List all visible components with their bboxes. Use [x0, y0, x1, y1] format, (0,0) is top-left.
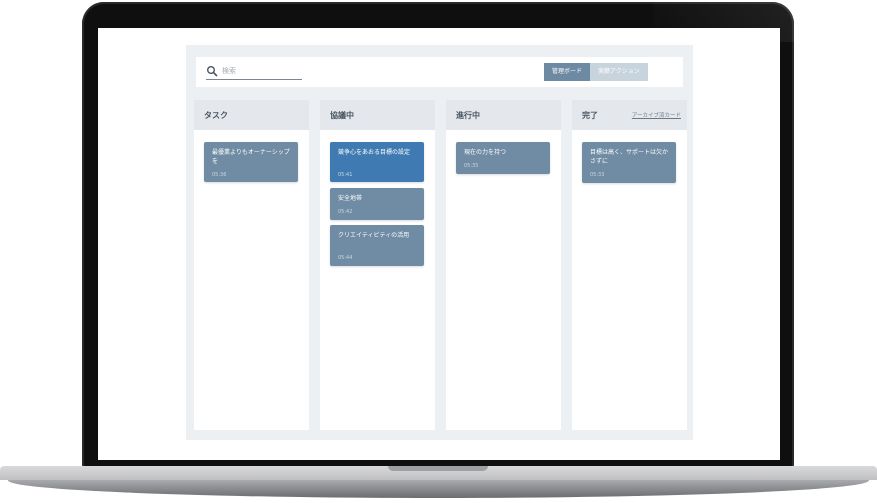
- column-header: 協議中: [320, 100, 435, 130]
- search-input[interactable]: [222, 65, 300, 77]
- column-done: 完了 アーカイブ済カード 目標は高く、サポートは欠かさずに 05:33: [572, 100, 687, 430]
- card-title: クリエイティビティの活用: [338, 232, 410, 239]
- archived-cards-link[interactable]: アーカイブ済カード: [632, 111, 681, 119]
- laptop-screen: 管理ボード 実績アクション タスク 最優業よりもオーナーシップを 05:36 協…: [98, 28, 780, 460]
- column-header: 進行中: [446, 100, 561, 130]
- column-title: 協議中: [330, 111, 354, 120]
- card-time: 05:35: [464, 163, 479, 169]
- column-header: タスク: [194, 100, 309, 130]
- task-card[interactable]: 競争心をあおる目標の設定 05:41: [330, 142, 424, 182]
- card-title: 現在の力を持つ: [464, 149, 507, 156]
- column-tasks: タスク 最優業よりもオーナーシップを 05:36: [194, 100, 309, 430]
- card-title: 目標は高く、サポートは欠かさずに: [590, 149, 669, 165]
- results-actions-button[interactable]: 実績アクション: [590, 63, 648, 81]
- laptop-base-bottom: [8, 480, 869, 498]
- laptop-base-notch: [388, 466, 488, 471]
- column-in-progress: 進行中 現在の力を持つ 05:35: [446, 100, 561, 430]
- card-title: 安全地帯: [338, 195, 363, 202]
- card-time: 05:36: [212, 172, 227, 178]
- task-card[interactable]: クリエイティビティの活用 05:44: [330, 225, 424, 266]
- view-toggle: 管理ボード 実績アクション: [544, 63, 648, 81]
- card-time: 05:41: [338, 172, 353, 178]
- task-card[interactable]: 目標は高く、サポートは欠かさずに 05:33: [582, 142, 676, 183]
- task-card[interactable]: 最優業よりもオーナーシップを 05:36: [204, 142, 298, 182]
- task-card[interactable]: 現在の力を持つ 05:35: [456, 142, 550, 174]
- card-title: 競争心をあおる目標の設定: [338, 149, 411, 156]
- kanban-app: 管理ボード 実績アクション タスク 最優業よりもオーナーシップを 05:36 協…: [186, 45, 693, 440]
- card-title: 最優業よりもオーナーシップを: [212, 149, 290, 165]
- column-discussing: 協議中 競争心をあおる目標の設定 05:41 安全地帯 05:42 クリエイティ…: [320, 100, 435, 430]
- card-time: 05:33: [590, 172, 605, 178]
- card-time: 05:42: [338, 209, 353, 215]
- column-title: タスク: [204, 111, 228, 120]
- search-field[interactable]: [206, 65, 302, 80]
- column-header: 完了 アーカイブ済カード: [572, 100, 687, 130]
- card-time: 05:44: [338, 255, 353, 261]
- column-title: 完了: [582, 111, 598, 120]
- task-card[interactable]: 安全地帯 05:42: [330, 188, 424, 220]
- column-title: 進行中: [456, 111, 480, 120]
- laptop-base: [0, 466, 877, 500]
- search-icon: [207, 66, 218, 77]
- toolbar: 管理ボード 実績アクション: [196, 57, 683, 87]
- management-board-button[interactable]: 管理ボード: [544, 63, 591, 81]
